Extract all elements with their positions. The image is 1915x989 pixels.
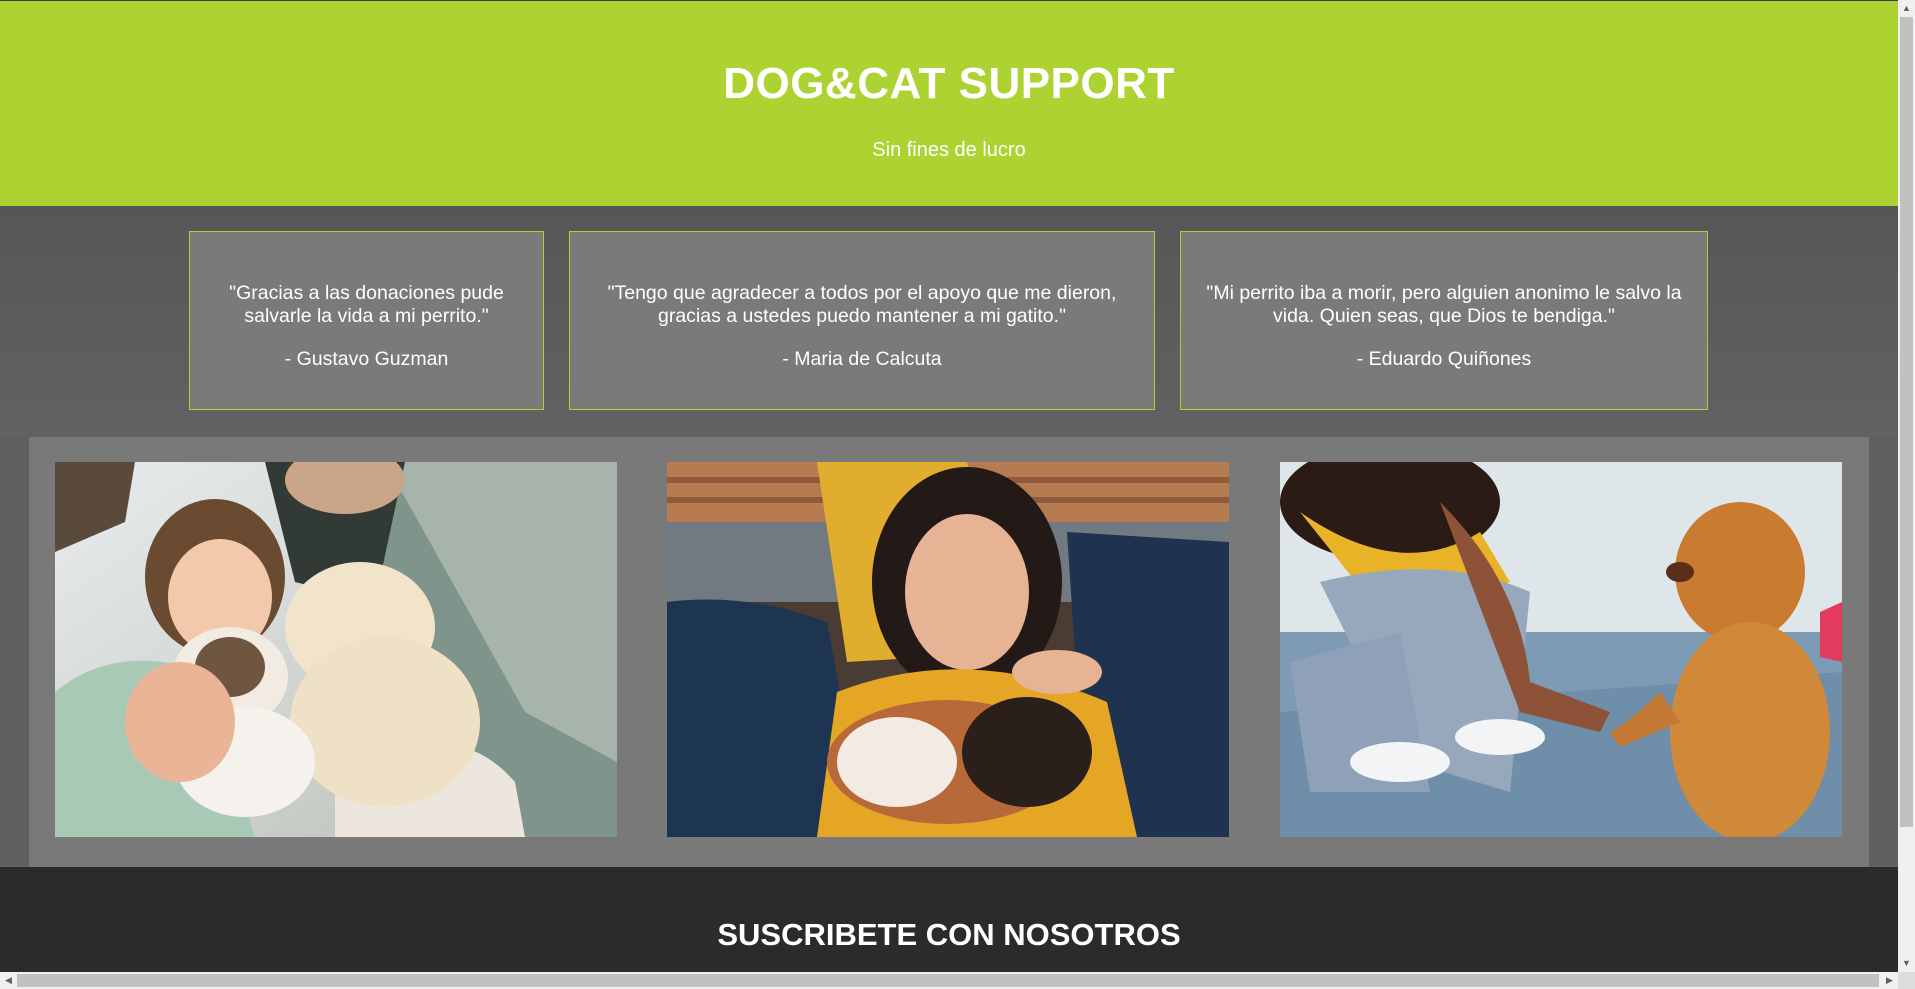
subscribe-section: SUSCRIBETE CON NOSOTROS bbox=[0, 867, 1898, 972]
testimonial-card: "Gracias a las donaciones pude salvarle … bbox=[189, 231, 544, 410]
photo-gallery bbox=[29, 437, 1869, 867]
testimonial-card: "Tengo que agradecer a todos por el apoy… bbox=[569, 231, 1155, 410]
woman-with-beagle-photo bbox=[667, 462, 1229, 837]
vertical-scroll-thumb[interactable] bbox=[1900, 17, 1913, 827]
testimonial-author: - Eduardo Quiñones bbox=[1356, 348, 1532, 370]
testimonial-quote: "Tengo que agradecer a todos por el apoy… bbox=[607, 282, 1117, 327]
horizontal-scrollbar[interactable]: ◀ ▶ bbox=[0, 972, 1898, 989]
hero-banner: DOG&CAT SUPPORT Sin fines de lucro bbox=[0, 1, 1898, 206]
triangle-up-icon[interactable]: ▲ bbox=[1898, 0, 1915, 17]
girl-with-puppies-photo bbox=[55, 462, 617, 837]
vertical-scrollbar[interactable]: ▲ ▼ bbox=[1898, 0, 1915, 972]
horizontal-scroll-thumb[interactable] bbox=[17, 974, 1879, 987]
testimonial-quote: "Gracias a las donaciones pude salvarle … bbox=[229, 282, 504, 327]
scrollbar-corner bbox=[1898, 972, 1915, 989]
triangle-right-icon[interactable]: ▶ bbox=[1881, 972, 1898, 989]
triangle-down-icon[interactable]: ▼ bbox=[1898, 955, 1915, 972]
subscribe-title: SUSCRIBETE CON NOSOTROS bbox=[717, 917, 1181, 952]
page-viewport: DOG&CAT SUPPORT Sin fines de lucro "Grac… bbox=[0, 0, 1898, 972]
site-title: DOG&CAT SUPPORT bbox=[723, 59, 1175, 108]
testimonial-quote: "Mi perrito iba a morir, pero alguien an… bbox=[1206, 282, 1682, 327]
testimonial-card: "Mi perrito iba a morir, pero alguien an… bbox=[1180, 231, 1708, 410]
testimonial-author: - Gustavo Guzman bbox=[284, 348, 449, 370]
testimonials-section: "Gracias a las donaciones pude salvarle … bbox=[0, 206, 1898, 436]
woman-with-spaniel-photo bbox=[1280, 462, 1842, 837]
site-subtitle: Sin fines de lucro bbox=[872, 139, 1026, 161]
testimonial-author: - Maria de Calcuta bbox=[782, 348, 942, 370]
triangle-left-icon[interactable]: ◀ bbox=[0, 972, 17, 989]
